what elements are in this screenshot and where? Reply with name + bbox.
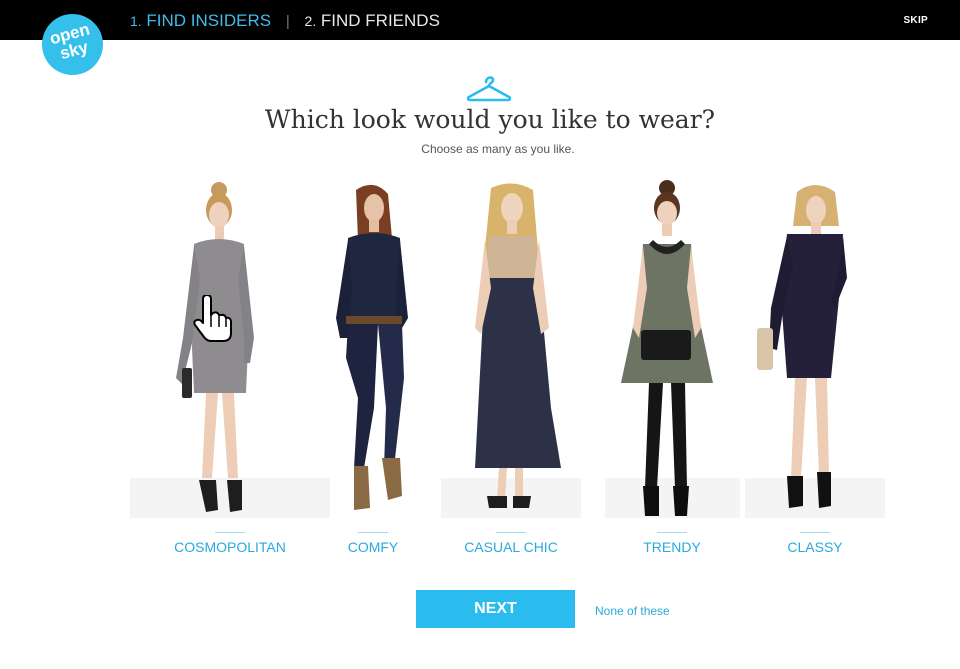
hanger-icon xyxy=(467,76,511,102)
step-separator: | xyxy=(285,13,290,30)
look-option-trendy[interactable]: TRENDY xyxy=(605,178,740,568)
look-label[interactable]: COMFY xyxy=(318,539,428,555)
look-label[interactable]: CLASSY xyxy=(755,539,875,555)
next-button[interactable]: NEXT xyxy=(416,590,575,628)
look-option-classy[interactable]: CLASSY xyxy=(745,178,885,568)
model-photo-cosmopolitan xyxy=(130,182,330,518)
step-find-insiders[interactable]: 1. FIND INSIDERS xyxy=(130,11,271,30)
look-divider xyxy=(215,532,245,533)
model-photo-casual-chic xyxy=(441,183,581,518)
model-photo-comfy xyxy=(336,184,408,510)
page-subtitle: Choose as many as you like. xyxy=(421,142,575,156)
top-navigation-bar: 1. FIND INSIDERS | 2. FIND FRIENDS SKIP xyxy=(0,0,960,40)
look-divider xyxy=(657,532,687,533)
look-label[interactable]: COSMOPOLITAN xyxy=(174,539,286,555)
look-divider xyxy=(800,532,830,533)
skip-link[interactable]: SKIP xyxy=(903,15,928,26)
model-photo-trendy xyxy=(605,180,740,518)
look-label[interactable]: TRENDY xyxy=(612,539,732,555)
look-divider xyxy=(496,532,526,533)
step-find-friends[interactable]: 2. FIND FRIENDS xyxy=(304,11,439,30)
look-option-comfy[interactable]: COMFY xyxy=(318,178,428,568)
look-divider xyxy=(358,532,388,533)
look-option-cosmopolitan[interactable]: COSMOPOLITAN xyxy=(130,178,330,568)
model-photo-classy xyxy=(745,185,885,518)
page-title: Which look would you like to wear? xyxy=(264,105,716,134)
look-option-casual-chic[interactable]: CASUAL CHIC xyxy=(441,178,581,568)
hand-pointer-cursor-icon xyxy=(193,295,232,342)
step-indicator: 1. FIND INSIDERS | 2. FIND FRIENDS xyxy=(130,11,440,31)
none-of-these-link[interactable]: None of these xyxy=(595,604,670,618)
look-label[interactable]: CASUAL CHIC xyxy=(451,539,571,555)
